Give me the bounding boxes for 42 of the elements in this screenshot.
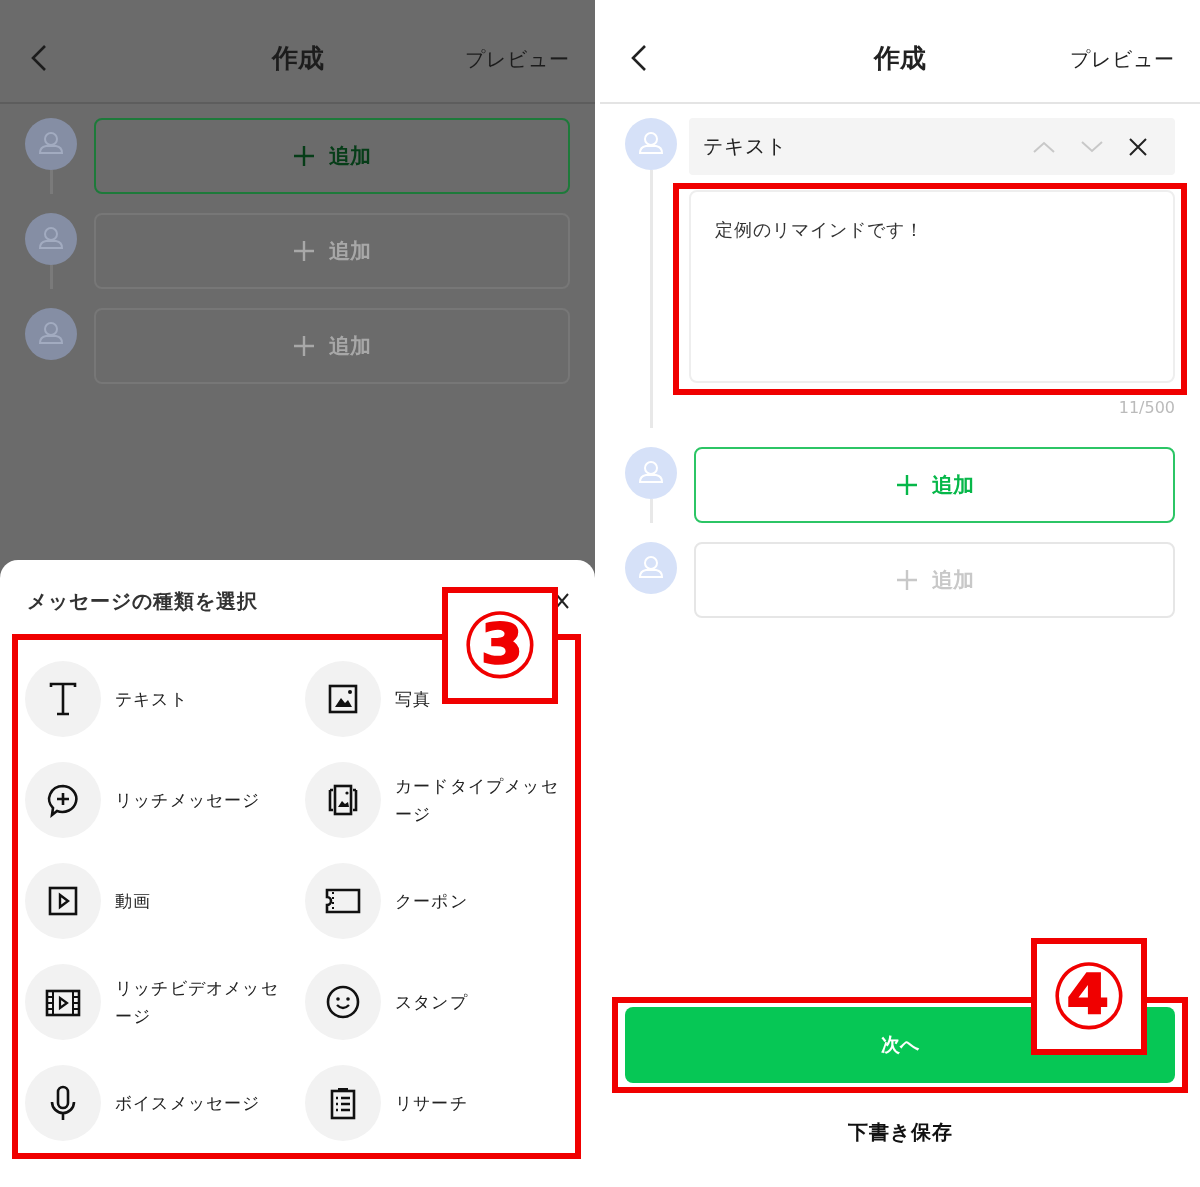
sheet-title: メッセージの種類を選択 (27, 588, 258, 614)
character-counter: 11/500 (1118, 398, 1175, 419)
back-icon[interactable] (630, 44, 648, 72)
save-draft-button[interactable]: 下書き保存 (847, 1117, 953, 1147)
message-type-option[interactable]: ボイスメッセージ (25, 1065, 305, 1141)
message-type-option[interactable]: スタンプ (305, 964, 585, 1040)
avatar-icon (25, 308, 77, 360)
chat-plus-icon (25, 762, 101, 838)
avatar-icon (625, 447, 677, 499)
message-type-option[interactable]: リッチビデオメッセージ (25, 964, 305, 1040)
screen-title: 作成 (874, 42, 926, 74)
message-type-option[interactable]: リサーチ (305, 1065, 585, 1141)
message-type-option[interactable]: クーポン (305, 863, 585, 939)
close-icon[interactable] (1129, 137, 1147, 156)
plus-icon (293, 240, 315, 262)
plus-icon (293, 145, 315, 167)
message-type-option[interactable]: 動画 (25, 863, 305, 939)
avatar-icon (625, 118, 677, 170)
microphone-icon (25, 1065, 101, 1141)
avatar-icon (625, 542, 677, 594)
t-letter-icon (25, 661, 101, 737)
play-icon (25, 863, 101, 939)
image-stack-icon (305, 762, 381, 838)
film-icon (25, 964, 101, 1040)
step-number-tooltip: ④ (1031, 938, 1147, 1055)
preview-link[interactable]: プレビュー (1070, 46, 1175, 72)
screen-title: 作成 (271, 42, 324, 74)
plus-icon (293, 335, 315, 357)
image-icon (305, 661, 381, 737)
message-type-option[interactable]: リッチメッセージ (25, 762, 305, 838)
avatar-icon (25, 118, 77, 170)
message-type-label: テキスト (703, 133, 788, 160)
ticket-icon (305, 863, 381, 939)
step-number-tooltip: ③ (442, 587, 558, 704)
avatar-icon (25, 213, 77, 265)
smiley-icon (305, 964, 381, 1040)
plus-icon (895, 474, 918, 496)
clipboard-list-icon (305, 1065, 381, 1141)
plus-icon (895, 569, 918, 591)
message-type-option[interactable]: テキスト (25, 661, 305, 737)
message-type-option[interactable]: カードタイプメッセージ (305, 762, 585, 838)
message-text-field[interactable]: 定例のリマインドです！ (689, 190, 1175, 383)
